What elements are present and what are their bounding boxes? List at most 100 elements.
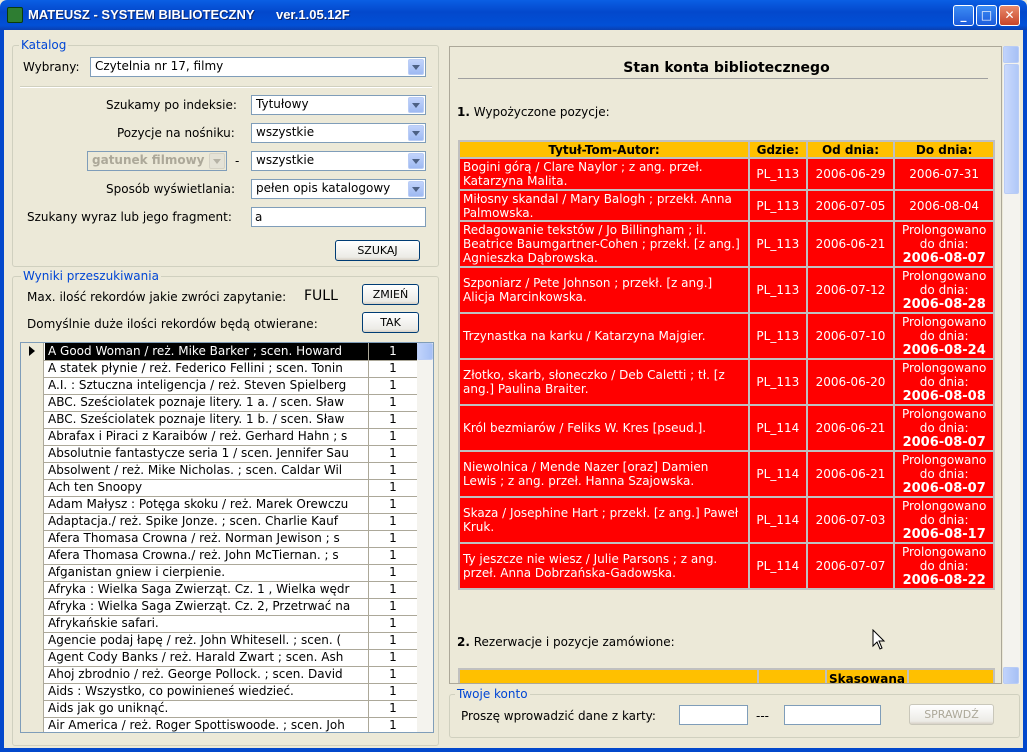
title-bar[interactable]: MATEUSZ - SYSTEM BIBLIOTECZNY ver.1.05.1… [0,0,1027,30]
sprawdz-button[interactable]: SPRAWDŹ [909,704,994,725]
result-row[interactable]: A Good Woman / reż. Mike Barker ; scen. … [21,343,417,361]
result-row[interactable]: Agent Cody Banks / reż. Harald Zwart ; s… [21,649,417,667]
result-row[interactable]: ABC. Sześciolatek poznaje litery. 1 a. /… [21,394,417,412]
divider [20,86,432,88]
result-row[interactable]: Ahoj zbrodnio / reż. George Pollock. ; s… [21,666,417,684]
chevron-down-icon[interactable] [408,59,424,75]
sposob-select[interactable]: pełen opis katalogowy [251,179,426,199]
row-pointer-icon[interactable] [21,343,44,360]
result-row[interactable]: Abrafax i Piraci z Karaibów / reż. Gerha… [21,428,417,446]
row-indicator[interactable] [21,428,44,445]
scroll-up-button[interactable] [417,343,433,360]
result-title: Adaptacja./ reż. Spike Jonze. ; scen. Ch… [45,513,369,530]
szukany-input[interactable]: a [251,207,426,227]
loan-from: 2006-07-05 [805,189,896,222]
result-title: Agencie podaj łapę / reż. John Whitesell… [45,632,369,649]
loan-where: PL_114 [748,496,808,544]
stan-scrollbar[interactable] [1003,46,1020,684]
result-row[interactable]: Aids jak go uniknąć. 1 [21,700,417,718]
card-dash: --- [756,709,769,723]
close-button[interactable]: ✕ [999,5,1020,26]
row-indicator[interactable] [21,666,44,683]
index-select[interactable]: Tytułowy [251,95,426,115]
result-row[interactable]: Afryka : Wielka Saga Zwierząt. Cz. 2, Pr… [21,598,417,616]
result-row[interactable]: Afera Thomasa Crowna / reż. Norman Jewis… [21,530,417,548]
row-indicator[interactable] [21,411,44,428]
scroll-thumb[interactable] [1004,64,1019,194]
row-indicator[interactable] [21,479,44,496]
row-indicator[interactable] [21,394,44,411]
zmien-button[interactable]: ZMIEŃ [362,284,419,305]
result-count: 1 [389,667,397,681]
results-rows: A Good Woman / reż. Mike Barker ; scen. … [21,343,417,732]
result-title: Aids : Wszystko, co powinieneś wiedzieć. [45,683,369,700]
nosnik-select[interactable]: wszystkie [251,123,426,143]
result-row[interactable]: ABC. Sześciolatek poznaje litery. 1 b. /… [21,411,417,429]
results-scrollbar[interactable] [417,343,433,732]
row-indicator[interactable] [21,462,44,479]
result-row[interactable]: Adaptacja./ reż. Spike Jonze. ; scen. Ch… [21,513,417,531]
result-row[interactable]: Afryka : Wielka Saga Zwierząt. Cz. 1 , W… [21,581,417,599]
row-indicator[interactable] [21,598,44,615]
result-row[interactable]: Agencie podaj łapę / reż. John Whitesell… [21,632,417,650]
row-indicator[interactable] [21,700,44,717]
card-field-2[interactable] [784,705,881,725]
result-title: Ach ten Snoopy [45,479,369,496]
chevron-down-icon[interactable] [408,97,424,113]
prolong-label: Prolongowano do dnia: [901,268,987,297]
loan-to: 2006-08-07 [902,480,986,496]
result-title: Abrafax i Piraci z Karaibów / reż. Gerha… [45,428,369,445]
chevron-down-icon[interactable] [408,181,424,197]
chevron-down-icon[interactable] [408,125,424,141]
loan-title: Redagowanie tekstów / Jo Billingham ; il… [457,220,751,268]
row-indicator[interactable] [21,632,44,649]
row-indicator[interactable] [21,445,44,462]
result-row[interactable]: Absolwent / reż. Mike Nicholas. ; scen. … [21,462,417,480]
loan-where: PL_114 [748,404,808,452]
row-indicator[interactable] [21,683,44,700]
gatunek2-select[interactable]: wszystkie [251,151,426,171]
result-row[interactable]: Absolutnie fantastycze seria 1 / scen. J… [21,445,417,463]
loan-to-cell: Prolongowano do dnia: 2006-08-24 [893,312,995,360]
row-indicator[interactable] [21,649,44,666]
tak-button[interactable]: TAK [362,312,419,333]
loan-to-cell: Prolongowano do dnia: 2006-08-28 [893,266,995,314]
result-row[interactable]: Afrykańskie safari. 1 [21,615,417,633]
result-count: 1 [389,361,397,375]
row-indicator[interactable] [21,547,44,564]
gatunek2-value: wszystkie [256,153,315,167]
chevron-down-icon[interactable] [408,153,424,169]
scroll-up-button[interactable] [1003,46,1019,63]
window-frame-bottom [0,748,1027,752]
loan-to: 2006-08-07 [902,434,986,450]
result-row[interactable]: Adam Małysz : Potęga skoku / reż. Marek … [21,496,417,514]
row-indicator[interactable] [21,496,44,513]
szukaj-button[interactable]: SZUKAJ [335,240,420,261]
row-indicator[interactable] [21,717,44,732]
result-row[interactable]: A statek płynie / reż. Federico Fellini … [21,360,417,378]
row-indicator[interactable] [21,377,44,394]
result-row[interactable]: A.I. : Sztuczna inteligencja / reż. Stev… [21,377,417,395]
row-indicator[interactable] [21,530,44,547]
loan-from: 2006-07-12 [805,266,896,314]
row-indicator[interactable] [21,564,44,581]
row-indicator[interactable] [21,581,44,598]
section1-number: 1. [457,105,470,119]
row-indicator[interactable] [21,360,44,377]
result-row[interactable]: Afera Thomasa Crowna./ reż. John McTiern… [21,547,417,565]
result-row[interactable]: Air America / reż. Roger Spottiswoode. ;… [21,717,417,732]
loan-row: Miłosny skandal / Mary Balogh ; przekł. … [457,189,995,222]
wybrany-select[interactable]: Czytelnia nr 17, filmy [90,57,426,77]
results-grid[interactable]: A Good Woman / reż. Mike Barker ; scen. … [20,342,434,733]
maximize-button[interactable]: □ [976,5,997,26]
result-row[interactable]: Afganistan gniew i cierpienie. 1 [21,564,417,582]
card-field-1[interactable] [679,705,748,725]
scroll-down-button[interactable] [1003,667,1019,684]
result-row[interactable]: Ach ten Snoopy 1 [21,479,417,497]
minimize-button[interactable]: _ [953,5,974,26]
row-indicator[interactable] [21,615,44,632]
prolong-label: Prolongowano do dnia: [901,452,987,481]
result-row[interactable]: Aids : Wszystko, co powinieneś wiedzieć.… [21,683,417,701]
loans-header-cell: Do dnia: [893,140,995,159]
row-indicator[interactable] [21,513,44,530]
